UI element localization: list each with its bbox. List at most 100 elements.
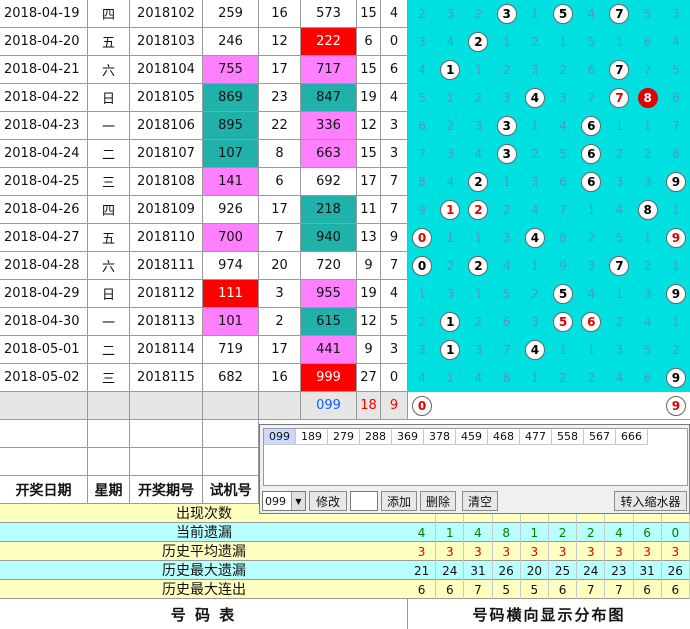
combination-list[interactable]: 099 189 279 288 369 378 459 468 477 558 567 666: [263, 428, 688, 486]
chevron-down-icon[interactable]: ▼: [291, 492, 305, 510]
number-ball[interactable]: 4: [524, 340, 545, 360]
win-cell: 222: [301, 28, 357, 56]
number-ball[interactable]: 3: [496, 4, 517, 24]
pred-test-cell: [203, 392, 259, 420]
win-cell: 441: [301, 336, 357, 364]
stat-value: 31: [464, 561, 493, 580]
stat-values: 21 24 31 26 20 25 24 23 31 26: [408, 561, 690, 580]
date-cell: 2018-04-28: [0, 252, 88, 280]
header-test: 试机号: [203, 476, 259, 504]
pred-ball-right[interactable]: 9: [665, 396, 686, 416]
number-ball[interactable]: 6: [581, 144, 602, 164]
number-ball[interactable]: 7: [609, 88, 630, 108]
combination-item[interactable]: 279: [328, 429, 360, 445]
combination-item[interactable]: 378: [424, 429, 456, 445]
number-ball[interactable]: 7: [609, 60, 630, 80]
distribution-cell: 7: [605, 84, 633, 112]
tail-cell: 4: [381, 0, 408, 28]
number-ball[interactable]: 2: [468, 200, 489, 220]
number-ball[interactable]: 3: [496, 116, 517, 136]
test-cell: 246: [203, 28, 259, 56]
number-ball[interactable]: 4: [524, 88, 545, 108]
distribution-cell: 5: [643, 7, 652, 21]
number-ball[interactable]: 0: [412, 256, 433, 276]
distribution-cell: 6: [577, 140, 605, 168]
number-ball[interactable]: 9: [665, 172, 686, 192]
distribution-cell: 1: [446, 231, 455, 245]
period-cell: 2018114: [130, 336, 203, 364]
sum-cell: 15: [357, 140, 381, 168]
tail-cell: 6: [381, 56, 408, 84]
add-button[interactable]: 添加: [381, 491, 417, 511]
distribution-cell: 1: [672, 203, 680, 217]
number-ball[interactable]: 8: [637, 200, 658, 220]
distribution-cell: 4: [615, 203, 624, 217]
number-ball[interactable]: 9: [665, 228, 686, 248]
pred-sum: 18: [357, 392, 381, 420]
combination-item[interactable]: 477: [520, 429, 552, 445]
number-select[interactable]: 099 ▼: [262, 491, 306, 511]
combination-item[interactable]: 459: [456, 429, 488, 445]
combination-item[interactable]: 288: [360, 429, 392, 445]
number-ball[interactable]: 5: [553, 4, 574, 24]
distribution-cell: 4: [587, 287, 596, 301]
number-ball[interactable]: 2: [468, 172, 489, 192]
number-ball[interactable]: 1: [440, 312, 461, 332]
week-cell: 日: [88, 280, 130, 308]
distribution-cell: 4: [474, 371, 483, 385]
number-ball[interactable]: 2: [468, 32, 489, 52]
combination-item[interactable]: 558: [552, 429, 584, 445]
stat-value: 3: [549, 542, 578, 561]
clear-button[interactable]: 清空: [462, 491, 498, 511]
number-ball[interactable]: 1: [440, 200, 461, 220]
sum-cell: 12: [357, 308, 381, 336]
number-ball[interactable]: 8: [637, 88, 658, 108]
span-cell: 23: [259, 84, 301, 112]
blank-cell: [130, 448, 203, 476]
distribution-cell: 1: [643, 231, 652, 245]
number-ball[interactable]: 7: [609, 256, 630, 276]
number-ball[interactable]: 5: [553, 284, 574, 304]
number-ball[interactable]: 7: [609, 4, 630, 24]
transfer-to-reducer-button[interactable]: 转入缩水器: [614, 491, 687, 511]
number-ball[interactable]: 5: [553, 312, 574, 332]
delete-button[interactable]: 删除: [420, 491, 456, 511]
distribution-cell: 2: [643, 147, 652, 161]
tail-cell: 7: [381, 196, 408, 224]
footer-number-table: 号 码 表: [0, 599, 408, 629]
combination-item[interactable]: 666: [616, 429, 648, 445]
number-ball[interactable]: 2: [468, 256, 489, 276]
number-ball[interactable]: 9: [665, 368, 686, 388]
table-row: 2018-04-19 四 2018102 259 16 573 15 4 2 3 2 3 1 5 4 7 5 3: [0, 0, 690, 28]
number-ball[interactable]: 1: [440, 60, 461, 80]
combination-item[interactable]: 567: [584, 429, 616, 445]
combination-item[interactable]: 468: [488, 429, 520, 445]
combination-item[interactable]: 369: [392, 429, 424, 445]
combination-item[interactable]: 099: [264, 429, 296, 445]
distribution-cell: 2: [531, 287, 539, 301]
stat-value: 6: [408, 580, 437, 599]
distribution-cell: 6: [502, 315, 511, 329]
table-row: 2018-04-24 二 2018107 107 8 663 15 3 7 3 4 3 2 5 6 2 2 8: [0, 140, 690, 168]
distribution-cell: 4: [615, 371, 624, 385]
number-ball[interactable]: 3: [496, 144, 517, 164]
win-cell: 847: [301, 84, 357, 112]
pred-ball-left[interactable]: 0: [412, 396, 433, 416]
number-ball[interactable]: 4: [524, 228, 545, 248]
distribution-cell: 6: [577, 112, 605, 140]
number-ball[interactable]: 6: [581, 116, 602, 136]
distribution-cell: 7: [672, 119, 680, 133]
date-cell: 2018-04-30: [0, 308, 88, 336]
number-ball[interactable]: 9: [665, 284, 686, 304]
distribution-row: 0113482519: [408, 224, 690, 252]
number-input[interactable]: [350, 491, 378, 511]
stat-row: 历史最大遗漏 21 24 31 26 20 25 24 23 31 26: [0, 561, 690, 580]
number-ball[interactable]: 1: [440, 340, 461, 360]
number-ball[interactable]: 0: [412, 228, 433, 248]
combination-item[interactable]: 189: [296, 429, 328, 445]
number-ball[interactable]: 6: [581, 312, 602, 332]
modify-button[interactable]: 修改: [309, 491, 347, 511]
period-cell: 2018106: [130, 112, 203, 140]
pred-distribution: 0 9: [408, 392, 690, 420]
number-ball[interactable]: 6: [581, 172, 602, 192]
